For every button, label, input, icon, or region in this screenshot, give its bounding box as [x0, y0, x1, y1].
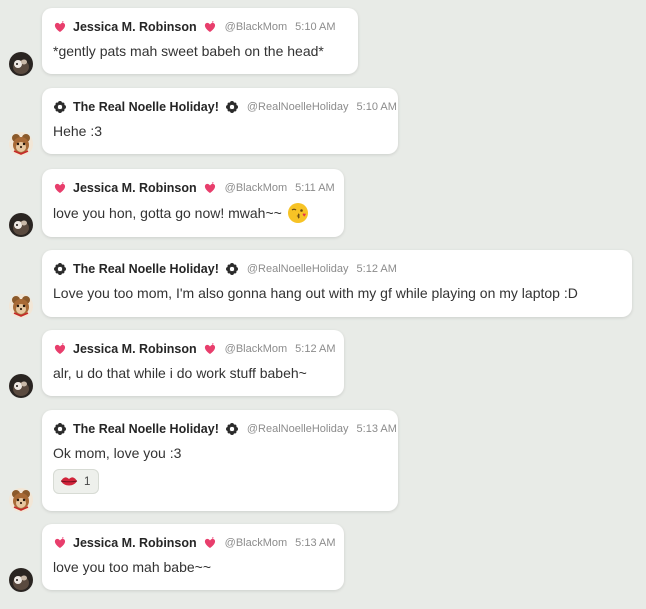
timestamp: 5:10 AM [295, 21, 336, 33]
lips-icon [60, 476, 78, 485]
heart-icon [53, 342, 67, 356]
author-name[interactable]: The Real Noelle Holiday! [73, 262, 219, 276]
avatar-jessica[interactable] [9, 568, 33, 592]
author-name[interactable]: Jessica M. Robinson [73, 20, 197, 34]
heart-icon [53, 181, 67, 195]
avatar-jessica[interactable] [9, 52, 33, 76]
flower-icon [225, 262, 239, 276]
message-text: Love you too mom, I'm also gonna hang ou… [53, 285, 578, 301]
flower-icon [53, 100, 67, 114]
reaction-chip[interactable]: 1 [53, 469, 100, 494]
heart-icon [53, 20, 67, 34]
author-name[interactable]: Jessica M. Robinson [73, 342, 197, 356]
author-name[interactable]: Jessica M. Robinson [73, 181, 197, 195]
avatar-noelle[interactable] [9, 132, 33, 156]
avatar-noelle[interactable] [9, 294, 33, 318]
message-text: Ok mom, love you :3 [53, 445, 182, 461]
message-bubble: Jessica M. Robinson @BlackMom 5:13 AM lo… [42, 524, 344, 590]
heart-icon [203, 342, 217, 356]
message-bubble: The Real Noelle Holiday! @RealNoelleHoli… [42, 410, 398, 511]
message-text: love you hon, gotta go now! mwah~~ [53, 202, 333, 224]
author-name[interactable]: The Real Noelle Holiday! [73, 100, 219, 114]
message-bubble: The Real Noelle Holiday! @RealNoelleHoli… [42, 250, 632, 317]
message-bubble: Jessica M. Robinson @BlackMom 5:12 AM al… [42, 330, 344, 396]
flower-icon [53, 262, 67, 276]
avatar-noelle[interactable] [9, 488, 33, 512]
timestamp: 5:10 AM [356, 101, 397, 113]
message-text: Hehe :3 [53, 123, 103, 139]
message-bubble: The Real Noelle Holiday! @RealNoelleHoli… [42, 88, 398, 154]
avatar-jessica[interactable] [9, 374, 33, 398]
timestamp: 5:12 AM [356, 263, 397, 275]
heart-icon [203, 536, 217, 550]
heart-icon [203, 20, 217, 34]
heart-icon [203, 181, 217, 195]
message-text: *gently pats mah sweet babeh on the head… [53, 43, 324, 59]
author-handle[interactable]: @BlackMom [225, 182, 288, 194]
author-name[interactable]: Jessica M. Robinson [73, 536, 197, 550]
avatar-jessica[interactable] [9, 213, 33, 237]
author-name[interactable]: The Real Noelle Holiday! [73, 422, 219, 436]
message-bubble: Jessica M. Robinson @BlackMom 5:11 AM lo… [42, 169, 344, 237]
flower-icon [225, 100, 239, 114]
timestamp: 5:13 AM [356, 423, 397, 435]
heart-icon [53, 536, 67, 550]
message-text: alr, u do that while i do work stuff bab… [53, 365, 307, 381]
timestamp: 5:12 AM [295, 343, 336, 355]
author-handle[interactable]: @RealNoelleHoliday [247, 263, 349, 275]
timestamp: 5:11 AM [295, 182, 335, 194]
author-handle[interactable]: @RealNoelleHoliday [247, 423, 349, 435]
author-handle[interactable]: @BlackMom [225, 537, 288, 549]
message-text: love you too mah babe~~ [53, 559, 212, 575]
flower-icon [225, 422, 239, 436]
message-bubble: Jessica M. Robinson @BlackMom 5:10 AM *g… [42, 8, 358, 74]
timestamp: 5:13 AM [295, 537, 336, 549]
flower-icon [53, 422, 67, 436]
reaction-count: 1 [84, 475, 91, 488]
kiss-face-icon [287, 202, 309, 224]
author-handle[interactable]: @BlackMom [225, 343, 288, 355]
author-handle[interactable]: @BlackMom [225, 21, 288, 33]
author-handle[interactable]: @RealNoelleHoliday [247, 101, 349, 113]
